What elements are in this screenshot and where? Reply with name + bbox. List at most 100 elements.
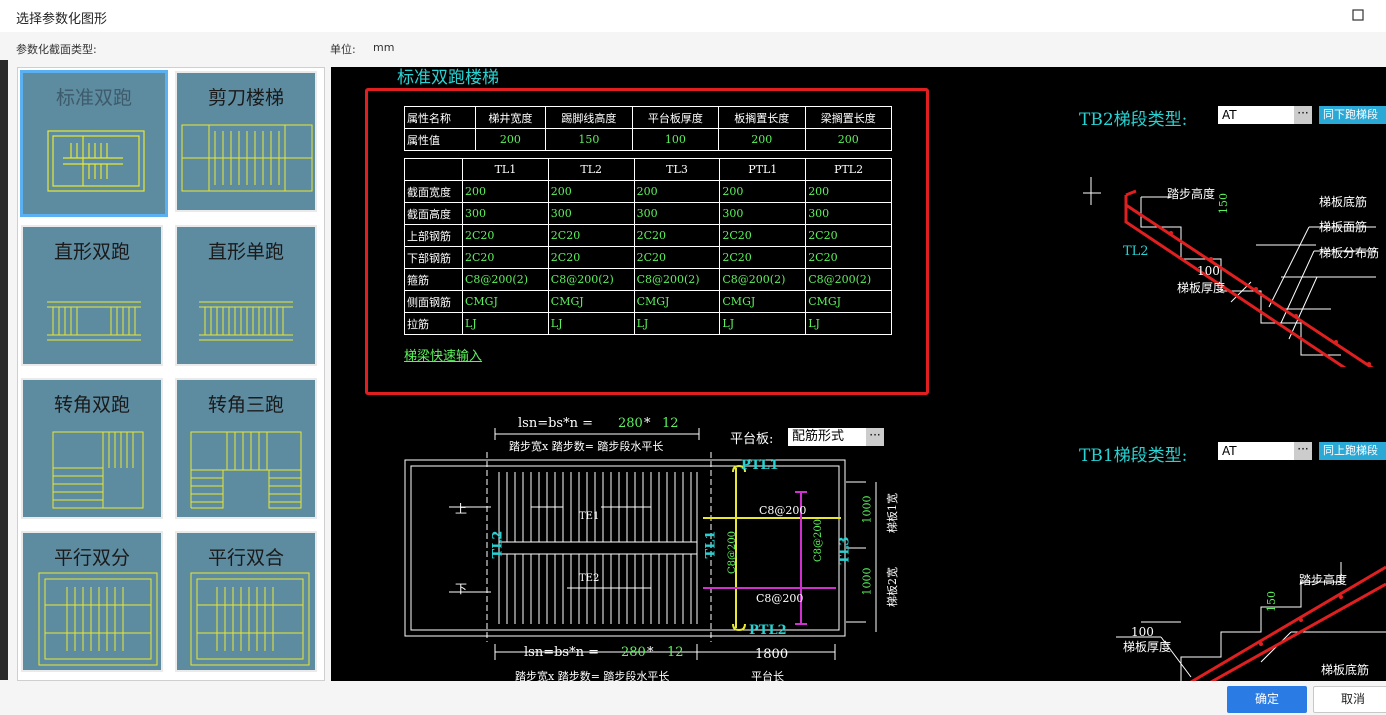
same-as-down-button[interactable]: 同下跑梯段: [1319, 106, 1386, 124]
beam-corner-cell: [404, 158, 463, 181]
lsn-top-bs[interactable]: 280: [618, 416, 643, 431]
beam-cell[interactable]: LJ: [633, 312, 721, 335]
beam-cell[interactable]: 2C20: [547, 246, 635, 269]
beam-cell[interactable]: CMGJ: [719, 290, 807, 313]
tb1-type-label: TB1梯段类型:: [1079, 446, 1188, 466]
platform-length[interactable]: 1800: [755, 647, 788, 662]
beam-cell[interactable]: 300: [719, 202, 807, 225]
same-as-up-button[interactable]: 同上跑梯段: [1319, 442, 1386, 460]
beam-cell[interactable]: 200: [719, 180, 807, 203]
props-value-cell[interactable]: 200: [718, 128, 806, 151]
beam-cell[interactable]: C8@200(2): [805, 268, 892, 291]
tb1-type-select[interactable]: AT ···: [1218, 442, 1312, 460]
beam-cell[interactable]: LJ: [719, 312, 807, 335]
beam-cell[interactable]: LJ: [462, 312, 549, 335]
tb1-type-value: AT: [1222, 444, 1237, 458]
beam-row-label: 上部钢筋: [404, 224, 463, 247]
tb1-thick-label: 梯板厚度: [1123, 640, 1172, 654]
beam-cell[interactable]: 2C20: [462, 224, 549, 247]
title-bar: 选择参数化图形: [0, 0, 1386, 32]
parallel-merge-icon: [190, 572, 310, 666]
beam-cell[interactable]: 200: [547, 180, 635, 203]
cad-preview-canvas: 标准双跑楼梯 属性名称 梯井宽度 踢脚线高度 平台板厚度 板搁置长度 梁搁置长度…: [331, 67, 1386, 681]
beam-cell[interactable]: CMGJ: [462, 290, 549, 313]
tb2-type-select[interactable]: AT ···: [1218, 106, 1312, 124]
tl1-plan-label: TL1: [703, 530, 719, 559]
quick-beam-input-link[interactable]: 梯梁快速输入: [404, 345, 482, 364]
tile-scissor-stair[interactable]: 剪刀楼梯: [175, 71, 317, 212]
beam-cell[interactable]: 2C20: [719, 246, 807, 269]
props-value-cell[interactable]: 200: [804, 128, 892, 151]
tb1-step-height-label: 踏步高度: [1299, 573, 1348, 587]
tl3-plan-label: TL3: [837, 536, 853, 565]
width2-label: 梯板2宽: [886, 567, 899, 607]
beam-cell[interactable]: 300: [462, 202, 549, 225]
beam-cell[interactable]: C8@200(2): [719, 268, 807, 291]
beam-cell[interactable]: CMGJ: [547, 290, 635, 313]
props-header: 踢脚线高度: [545, 106, 633, 129]
tb2-thick-label: 梯板厚度: [1177, 281, 1226, 295]
beam-cell[interactable]: LJ: [547, 312, 635, 335]
tb2-step-height-label: 踏步高度: [1167, 187, 1216, 201]
beam-cell[interactable]: 2C20: [633, 246, 721, 269]
tile-corner-triple[interactable]: 转角三跑: [175, 378, 317, 519]
platform-select[interactable]: 配筋形式 ···: [788, 428, 884, 446]
unit-label: 单位:: [330, 43, 356, 56]
up-label: 上: [455, 502, 468, 516]
props-value-cell[interactable]: 200: [474, 128, 547, 151]
lsn-bot-n[interactable]: 12: [667, 645, 684, 660]
tb2-callout: 梯板面筋: [1319, 220, 1368, 234]
cancel-button[interactable]: 取消: [1313, 686, 1386, 713]
beam-cell[interactable]: LJ: [805, 312, 892, 335]
beam-cell[interactable]: C8@200(2): [462, 268, 549, 291]
beam-cell[interactable]: 200: [805, 180, 892, 203]
beam-cell[interactable]: 2C20: [462, 246, 549, 269]
tb2-step-height-value: 150: [1217, 193, 1230, 214]
more-icon[interactable]: ···: [1294, 442, 1312, 460]
more-icon[interactable]: ···: [866, 428, 884, 446]
lsn-bot-bs[interactable]: 280: [621, 645, 646, 660]
beam-table: TL1 TL2 TL3 PTL1 PTL2 截面宽度 200 200 200 2…: [404, 158, 892, 335]
beam-cell[interactable]: 200: [462, 180, 549, 203]
beam-cell[interactable]: 2C20: [719, 224, 807, 247]
beam-cell[interactable]: C8@200(2): [547, 268, 635, 291]
ok-button[interactable]: 确定: [1227, 686, 1307, 713]
beam-cell[interactable]: 300: [805, 202, 892, 225]
lsn-top-desc: 踏步宽x 踏步数= 踏步段水平长: [509, 440, 664, 453]
ptl1-plan-label: PTL1: [741, 458, 779, 473]
lsn-top-n[interactable]: 12: [662, 416, 679, 431]
beam-header: TL2: [547, 158, 635, 181]
beam-cell[interactable]: 300: [633, 202, 721, 225]
beam-cell[interactable]: C8@200(2): [633, 268, 721, 291]
props-header: 梯井宽度: [474, 106, 547, 129]
tile-corner-double[interactable]: 转角双跑: [21, 378, 163, 519]
c8-top-label: C8@200: [759, 504, 807, 517]
beam-cell[interactable]: CMGJ: [805, 290, 892, 313]
tb2-type-label: TB2梯段类型:: [1079, 110, 1188, 130]
beam-cell[interactable]: CMGJ: [633, 290, 721, 313]
dim-1000-bottom[interactable]: 1000: [861, 568, 874, 596]
tile-parallel-merge[interactable]: 平行双合: [175, 531, 317, 672]
tile-straight-double[interactable]: 直形双跑: [21, 225, 163, 366]
te1-label: TE1: [579, 511, 600, 522]
beam-cell[interactable]: 200: [633, 180, 721, 203]
down-label: 下: [455, 582, 468, 596]
beam-row-label: 侧面钢筋: [404, 290, 463, 313]
props-value-cell[interactable]: 100: [631, 128, 720, 151]
more-icon[interactable]: ···: [1294, 106, 1312, 124]
beam-cell[interactable]: 2C20: [805, 246, 892, 269]
tile-standard-double[interactable]: 标准双跑: [20, 70, 168, 217]
beam-header: PTL2: [805, 158, 892, 181]
dim-1000-top[interactable]: 1000: [861, 496, 874, 524]
tile-straight-single[interactable]: 直形单跑: [175, 225, 317, 366]
beam-cell[interactable]: 2C20: [633, 224, 721, 247]
maximize-icon[interactable]: [1346, 4, 1370, 26]
tile-parallel-split[interactable]: 平行双分: [21, 531, 163, 672]
beam-cell[interactable]: 300: [547, 202, 635, 225]
c8-vertical-2: C8@200: [813, 518, 825, 563]
beam-cell[interactable]: 2C20: [805, 224, 892, 247]
platform-length-label: 平台长: [751, 670, 784, 681]
beam-cell[interactable]: 2C20: [547, 224, 635, 247]
beam-row-label: 截面高度: [404, 202, 463, 225]
props-value-cell[interactable]: 150: [545, 128, 633, 151]
